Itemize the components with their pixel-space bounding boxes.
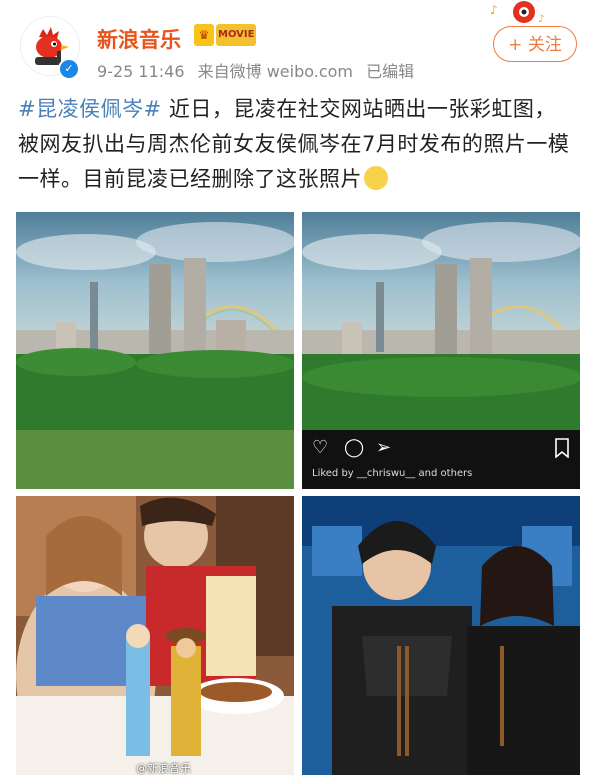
instagram-toolbar: ♡ ◯ ➢ Liked by __chriswu__ and others [302, 430, 580, 489]
follow-button[interactable]: + 关注 [493, 26, 577, 62]
post-header: ✓ 新浪音乐 ♛ MOVIE 9-25 11:46 来自微博 weibo.com… [0, 0, 589, 90]
post-time[interactable]: 9-25 11:46 [97, 62, 185, 81]
post-text: #昆凌侯佩岑# 近日，昆凌在社交网站晒出一张彩虹图，被网友扒出与周杰伦前女友侯佩… [18, 92, 574, 197]
corner-decoration-icon: ♪ ♪ [490, 1, 544, 25]
badges: ♛ MOVIE [194, 24, 257, 46]
movie-badge: MOVIE [216, 24, 257, 46]
verified-icon: ✓ [58, 58, 80, 80]
post-meta: 9-25 11:46 来自微博 weibo.com 已编辑 [97, 58, 422, 82]
watermark: @新浪音乐 [136, 762, 191, 775]
send-icon[interactable]: ➢ [376, 438, 396, 458]
svg-text:♪: ♪ [490, 3, 498, 17]
ig-actions: ♡ ◯ ➢ [312, 438, 396, 458]
hashtag-link[interactable]: #昆凌侯佩岑# [18, 97, 162, 121]
account-name[interactable]: 新浪音乐 [97, 24, 181, 54]
image-city-rainbow-1[interactable] [16, 212, 294, 489]
image-couple-toys[interactable]: @新浪音乐 [16, 496, 294, 775]
image-tv-show-couple[interactable] [302, 496, 580, 775]
emoji-icon [364, 166, 388, 190]
post-source: 来自微博 weibo.com [197, 62, 353, 81]
image-instagram-rainbow[interactable]: ♡ ◯ ➢ Liked by __chriswu__ and others [302, 212, 580, 489]
vip-badge-icon: ♛ [194, 24, 214, 46]
heart-icon[interactable]: ♡ [312, 438, 332, 458]
ig-likes-text: Liked by __chriswu__ and others [312, 468, 473, 479]
bookmark-icon[interactable] [554, 438, 570, 458]
comment-icon[interactable]: ◯ [344, 438, 364, 458]
image-grid: ♡ ◯ ➢ Liked by __chriswu__ and others @新… [16, 212, 580, 775]
edited-label: 已编辑 [366, 62, 415, 81]
svg-text:♪: ♪ [538, 14, 544, 25]
